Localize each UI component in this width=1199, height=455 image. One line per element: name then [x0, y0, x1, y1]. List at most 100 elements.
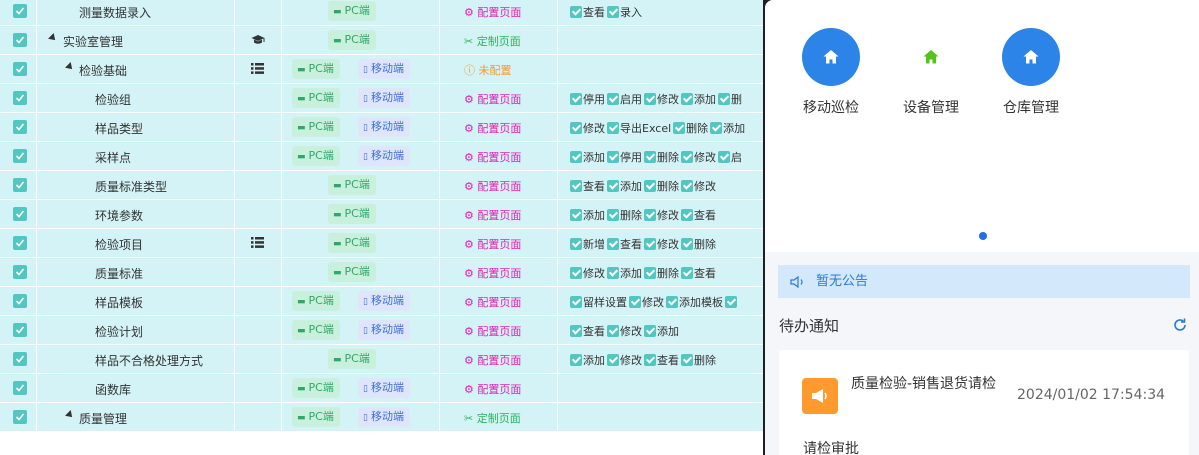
- permission-checkbox[interactable]: 添加模板: [666, 294, 723, 310]
- permission-checkbox[interactable]: 添加: [644, 323, 679, 339]
- permission-checkbox[interactable]: 启: [718, 149, 742, 165]
- todo-card[interactable]: 质量检验-销售退货请检 2024/01/02 17:54:34 请检审批: [779, 350, 1189, 455]
- permission-checkbox[interactable]: 启用: [607, 91, 642, 107]
- menu-name: 检验项目: [95, 238, 144, 252]
- carousel-indicator[interactable]: [979, 232, 987, 240]
- config-page-link[interactable]: ⚙ 配置页面: [464, 178, 521, 194]
- permission-checkbox[interactable]: 删除: [644, 149, 679, 165]
- permission-checkbox[interactable]: 添加: [570, 149, 605, 165]
- row-checkbox[interactable]: [13, 410, 27, 424]
- platform-cell: ▬ PC端: [282, 171, 440, 199]
- permission-label: 添加: [694, 93, 716, 106]
- permission-checkbox[interactable]: 查看: [570, 4, 605, 20]
- row-checkbox[interactable]: [13, 323, 27, 337]
- permission-checkbox[interactable]: 删: [718, 91, 742, 107]
- row-checkbox[interactable]: [13, 207, 27, 221]
- config-page-link[interactable]: ⚙ 配置页面: [464, 91, 521, 107]
- permission-checkbox[interactable]: 修改: [607, 352, 642, 368]
- permission-label: 添加: [620, 267, 642, 280]
- permission-checkbox[interactable]: 修改: [644, 207, 679, 223]
- permission-checkbox[interactable]: 添加: [607, 265, 642, 281]
- monitor-icon: ▬: [297, 326, 306, 336]
- phone-icon: ▯: [363, 297, 368, 307]
- permission-list: 查看 添加 删除 修改: [570, 178, 718, 194]
- quick-entry-item[interactable]: 设备管理: [886, 28, 976, 117]
- permission-checkbox[interactable]: 留样设置: [570, 294, 627, 310]
- permission-checkbox[interactable]: 删除: [673, 120, 708, 136]
- permission-checkbox[interactable]: 添加: [710, 120, 745, 136]
- permission-checkbox[interactable]: 删除: [644, 178, 679, 194]
- permission-checkbox[interactable]: 停用: [607, 149, 642, 165]
- config-page-link[interactable]: ⚙ 配置页面: [464, 120, 521, 136]
- config-page-link[interactable]: ✂ 定制页面: [464, 410, 521, 426]
- permission-checkbox[interactable]: 录入: [607, 4, 642, 20]
- permission-checkbox[interactable]: [725, 296, 738, 309]
- quick-entry-item[interactable]: 移动巡检: [786, 28, 876, 117]
- row-checkbox[interactable]: [13, 149, 27, 163]
- config-page-link[interactable]: ⚙ 配置页面: [464, 381, 521, 397]
- permission-checkbox[interactable]: 添加: [570, 352, 605, 368]
- row-checkbox[interactable]: [13, 4, 27, 18]
- permission-checkbox[interactable]: 停用: [570, 91, 605, 107]
- permission-checkbox[interactable]: 删除: [681, 236, 716, 252]
- row-checkbox[interactable]: [13, 91, 27, 105]
- config-icon: ⚙: [464, 354, 478, 367]
- permission-checkbox[interactable]: 导出Excel: [607, 120, 671, 136]
- expand-caret-icon[interactable]: [65, 62, 75, 72]
- tools-icon: ✂: [464, 35, 477, 48]
- config-page-link[interactable]: ⚙ 配置页面: [464, 265, 521, 281]
- permission-checkbox[interactable]: 删除: [607, 207, 642, 223]
- row-checkbox[interactable]: [13, 265, 27, 279]
- permission-checkbox[interactable]: 删除: [644, 265, 679, 281]
- permission-checkbox[interactable]: 新增: [570, 236, 605, 252]
- list-icon: [251, 237, 265, 249]
- row-checkbox[interactable]: [13, 352, 27, 366]
- permission-checkbox[interactable]: 查看: [570, 178, 605, 194]
- permission-checkbox[interactable]: 修改: [570, 120, 605, 136]
- row-select-cell: [0, 142, 37, 170]
- row-checkbox[interactable]: [13, 178, 27, 192]
- permission-checkbox[interactable]: 查看: [607, 236, 642, 252]
- permission-checkbox[interactable]: 修改: [644, 91, 679, 107]
- permission-checkbox[interactable]: 查看: [681, 265, 716, 281]
- permission-checkbox[interactable]: 修改: [681, 178, 716, 194]
- quick-entry-label: 仓库管理: [1003, 100, 1059, 116]
- quick-entry-item[interactable]: 仓库管理: [986, 28, 1076, 117]
- config-page-link[interactable]: ⚙ 配置页面: [464, 323, 521, 339]
- page-config-cell: ⚙ 配置页面: [440, 113, 558, 141]
- permission-checkbox[interactable]: 查看: [570, 323, 605, 339]
- row-checkbox[interactable]: [13, 62, 27, 76]
- permission-checkbox[interactable]: 修改: [681, 149, 716, 165]
- expand-caret-icon[interactable]: [65, 410, 75, 420]
- config-page-link[interactable]: ⚙ 配置页面: [464, 294, 521, 310]
- row-checkbox[interactable]: [13, 294, 27, 308]
- permission-label: 查看: [583, 180, 605, 193]
- permission-checkbox[interactable]: 修改: [570, 265, 605, 281]
- row-checkbox[interactable]: [13, 120, 27, 134]
- refresh-icon[interactable]: [1172, 317, 1188, 333]
- permission-checkbox[interactable]: 修改: [644, 236, 679, 252]
- permission-checkbox[interactable]: 查看: [644, 352, 679, 368]
- expand-caret-icon[interactable]: [48, 33, 58, 43]
- row-checkbox[interactable]: [13, 236, 27, 250]
- permission-checkbox[interactable]: 添加: [681, 91, 716, 107]
- config-page-link[interactable]: ✂ 定制页面: [464, 33, 521, 49]
- monitor-icon: ▬: [333, 355, 342, 365]
- quick-entry-panel: 移动巡检 设备管理 仓库管理: [765, 0, 1199, 252]
- permission-checkbox[interactable]: 修改: [629, 294, 664, 310]
- config-page-link[interactable]: ⚙ 配置页面: [464, 352, 521, 368]
- permission-checkbox[interactable]: 删除: [681, 352, 716, 368]
- row-checkbox[interactable]: [13, 33, 27, 47]
- permission-checkbox[interactable]: 添加: [570, 207, 605, 223]
- config-page-link[interactable]: ⚙ 配置页面: [464, 207, 521, 223]
- permission-checkbox[interactable]: 添加: [607, 178, 642, 194]
- row-select-cell: [0, 345, 37, 373]
- row-checkbox[interactable]: [13, 381, 27, 395]
- config-page-link[interactable]: ⚙ 配置页面: [464, 4, 521, 20]
- config-page-link[interactable]: ⚙ 配置页面: [464, 149, 521, 165]
- permission-checkbox[interactable]: 查看: [681, 207, 716, 223]
- config-icon: ⚙: [464, 151, 478, 164]
- notice-bar[interactable]: 暂无公告: [778, 265, 1190, 298]
- config-page-link[interactable]: ⚙ 配置页面: [464, 236, 521, 252]
- permission-checkbox[interactable]: 修改: [607, 323, 642, 339]
